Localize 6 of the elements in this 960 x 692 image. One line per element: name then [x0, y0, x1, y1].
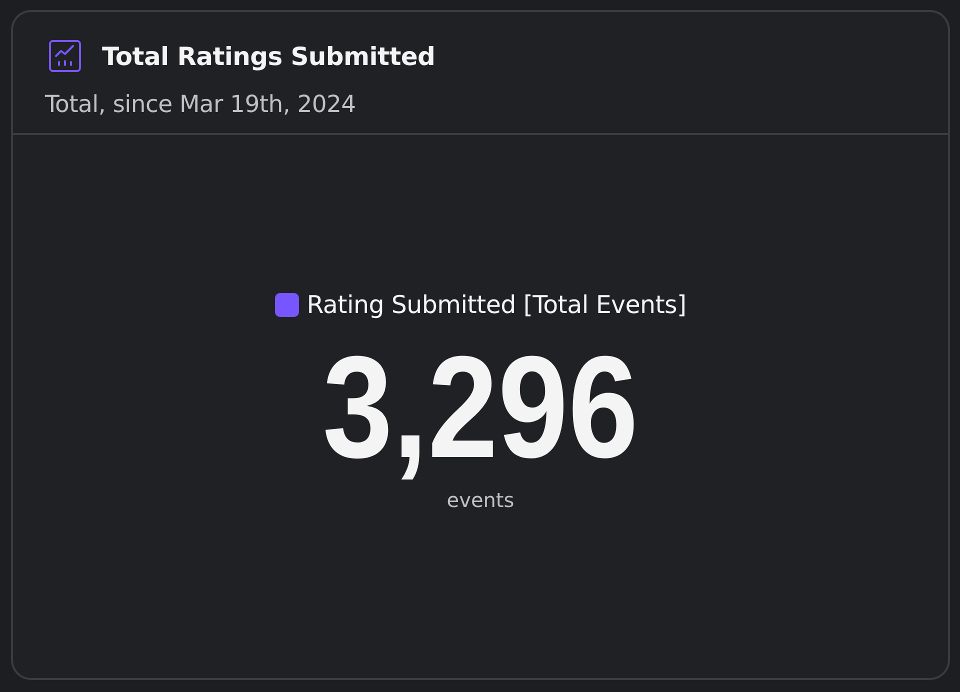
- series-label: Rating Submitted [Total Events]: [306, 290, 686, 319]
- metric-unit: events: [446, 488, 514, 512]
- card-subtitle: Total, since Mar 19th, 2024: [45, 90, 356, 118]
- line-chart-icon: [49, 40, 81, 72]
- card-title: Total Ratings Submitted: [102, 42, 436, 70]
- metric-value: 3,296: [322, 332, 638, 482]
